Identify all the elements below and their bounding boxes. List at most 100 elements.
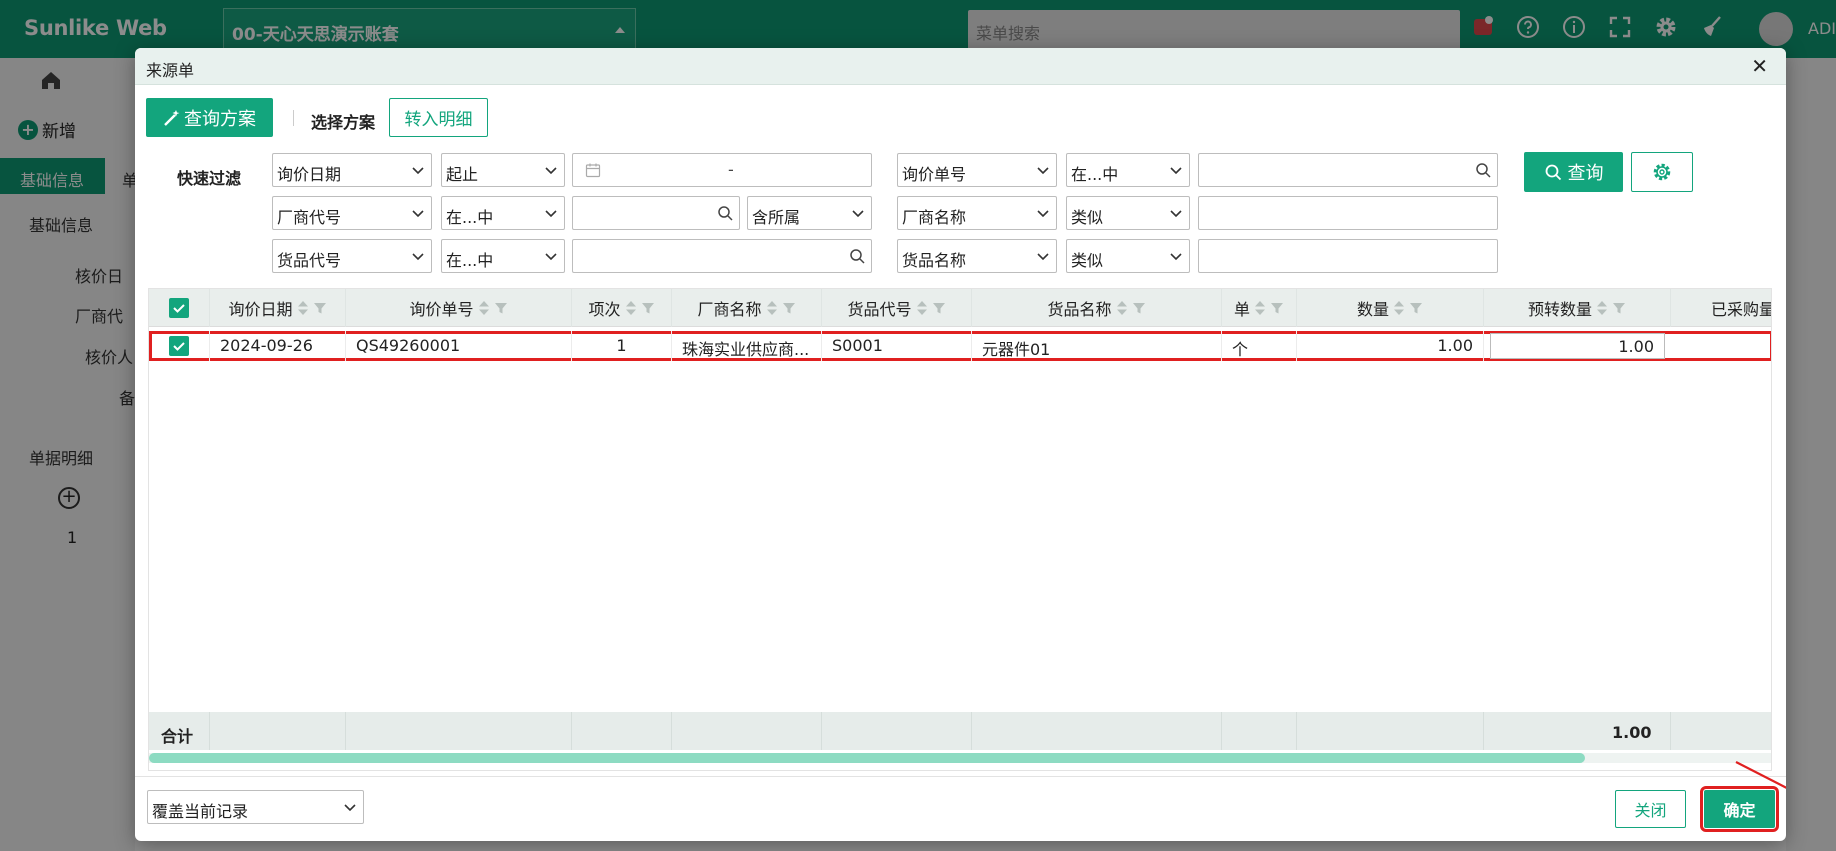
- chevron-down-icon: [1170, 253, 1182, 261]
- footer-col: [210, 712, 346, 750]
- vendor-name-input[interactable]: [1198, 196, 1498, 230]
- cell-product-code: S0001: [822, 331, 972, 361]
- table-row[interactable]: 2024-09-26 QS49260001 1 珠海实业供应商... S0001…: [149, 331, 1771, 361]
- sort-icon: [625, 301, 636, 315]
- filter-row1-op2[interactable]: 在...中: [1066, 153, 1190, 187]
- vendor-scope-value: 含所属: [752, 208, 801, 227]
- column-header-purchased[interactable]: 已采购量: [1671, 289, 1771, 327]
- select-scheme-label[interactable]: 选择方案: [311, 109, 375, 133]
- cell-order-no: QS49260001: [346, 331, 572, 361]
- cell-purchased: [1671, 331, 1771, 361]
- product-name-input[interactable]: [1198, 239, 1498, 273]
- column-header-date[interactable]: 询价日期: [210, 289, 346, 327]
- footer-col: [972, 712, 1222, 750]
- vendor-code-input[interactable]: [572, 196, 740, 230]
- chevron-down-icon: [852, 210, 864, 218]
- column-label: 数量: [1356, 300, 1389, 319]
- chevron-down-icon: [1037, 167, 1049, 175]
- chevron-down-icon: [545, 167, 557, 175]
- filter-row3-field1-value: 货品代号: [277, 251, 342, 270]
- query-settings-button[interactable]: [1631, 152, 1693, 192]
- column-label: 询价日期: [228, 300, 293, 319]
- source-grid: 询价日期 询价单号 项次 厂商名称 货品代号 货品名称 单 数量 预转数量 已采…: [148, 288, 1772, 771]
- filter-icon: [1132, 303, 1145, 314]
- checkbox-checked-icon: [169, 298, 189, 318]
- sort-icon: [297, 301, 308, 315]
- chevron-down-icon: [412, 210, 424, 218]
- search-icon: [850, 249, 865, 264]
- chevron-down-icon: [1037, 253, 1049, 261]
- column-header-item[interactable]: 项次: [572, 289, 672, 327]
- filter-row2-op2[interactable]: 类似: [1066, 196, 1190, 230]
- filter-row3-op1[interactable]: 在...中: [441, 239, 565, 273]
- search-icon: [1476, 163, 1491, 178]
- chevron-down-icon: [1170, 167, 1182, 175]
- scrollbar-thumb[interactable]: [149, 753, 1585, 763]
- column-header-qty[interactable]: 数量: [1297, 289, 1484, 327]
- sort-icon: [1394, 301, 1404, 315]
- filter-row2-op1[interactable]: 在...中: [441, 196, 565, 230]
- sort-icon: [1255, 301, 1265, 315]
- filter-icon: [641, 303, 654, 314]
- filter-row2-field2-value: 厂商名称: [902, 208, 967, 227]
- sort-icon: [766, 301, 777, 315]
- date-range-input[interactable]: -: [572, 153, 872, 187]
- filter-row3-op2[interactable]: 类似: [1066, 239, 1190, 273]
- filter-row3-field2[interactable]: 货品名称: [897, 239, 1057, 273]
- filter-row1-op1-value: 起止: [446, 165, 479, 184]
- footer-col: [1297, 712, 1484, 750]
- cell-pre-qty-input[interactable]: 1.00: [1490, 333, 1665, 359]
- chevron-down-icon: [344, 804, 356, 812]
- cell-vendor: 珠海实业供应商...: [672, 331, 822, 361]
- cell-qty: 1.00: [1297, 331, 1484, 361]
- column-header-unit[interactable]: 单: [1222, 289, 1297, 327]
- column-label: 单: [1233, 300, 1250, 319]
- checkbox-checked-icon: [169, 336, 189, 356]
- column-label: 货品代号: [847, 300, 912, 319]
- column-label: 货品名称: [1047, 300, 1112, 319]
- dialog-footer-divider: [135, 776, 1786, 777]
- filter-icon: [1410, 303, 1422, 314]
- query-button[interactable]: 查询: [1524, 152, 1623, 192]
- filter-row2-op1-value: 在...中: [446, 208, 494, 227]
- row-checkbox[interactable]: [149, 331, 210, 361]
- query-scheme-label: 查询方案: [184, 108, 256, 130]
- header-select-all[interactable]: [149, 289, 210, 327]
- column-header-product-name[interactable]: 货品名称: [972, 289, 1222, 327]
- date-range-separator: -: [728, 160, 734, 179]
- column-label: 预转数量: [1527, 300, 1592, 319]
- column-header-product-code[interactable]: 货品代号: [822, 289, 972, 327]
- filter-row3-field1[interactable]: 货品代号: [272, 239, 432, 273]
- filter-row1-field1[interactable]: 询价日期: [272, 153, 432, 187]
- filter-row2-field2[interactable]: 厂商名称: [897, 196, 1057, 230]
- source-document-dialog: 来源单 ✕ 查询方案 选择方案 转入明细 快速过滤 询价日期 起止 - 询价单号…: [135, 48, 1786, 841]
- order-number-input[interactable]: [1198, 153, 1498, 187]
- sort-icon: [478, 301, 489, 315]
- filter-row1-field2-value: 询价单号: [902, 165, 967, 184]
- column-header-vendor[interactable]: 厂商名称: [672, 289, 822, 327]
- filter-row1-op1[interactable]: 起止: [441, 153, 565, 187]
- filter-icon: [782, 303, 795, 314]
- filter-icon: [494, 303, 507, 314]
- filter-row2-field1-value: 厂商代号: [277, 208, 342, 227]
- column-header-order-no[interactable]: 询价单号: [346, 289, 572, 327]
- column-header-pre-qty[interactable]: 预转数量: [1484, 289, 1671, 327]
- transfer-detail-button[interactable]: 转入明细: [389, 98, 488, 137]
- dialog-header: 来源单 ✕: [135, 48, 1786, 85]
- chevron-down-icon: [545, 253, 557, 261]
- close-button[interactable]: 关闭: [1615, 790, 1686, 828]
- query-scheme-button[interactable]: 查询方案: [146, 98, 273, 137]
- vendor-scope-select[interactable]: 含所属: [747, 196, 872, 230]
- record-mode-value: 覆盖当前记录: [152, 802, 249, 821]
- sort-icon: [1597, 301, 1607, 315]
- cell-date: 2024-09-26: [210, 331, 346, 361]
- filter-row1-field1-value: 询价日期: [277, 165, 342, 184]
- filter-icon: [1613, 303, 1625, 314]
- filter-row2-field1[interactable]: 厂商代号: [272, 196, 432, 230]
- close-icon[interactable]: ✕: [1751, 56, 1768, 76]
- product-code-input[interactable]: [572, 239, 872, 273]
- record-mode-select[interactable]: 覆盖当前记录: [147, 790, 364, 824]
- filter-row1-field2[interactable]: 询价单号: [897, 153, 1057, 187]
- footer-col: [572, 712, 672, 750]
- horizontal-scrollbar[interactable]: [149, 753, 1771, 763]
